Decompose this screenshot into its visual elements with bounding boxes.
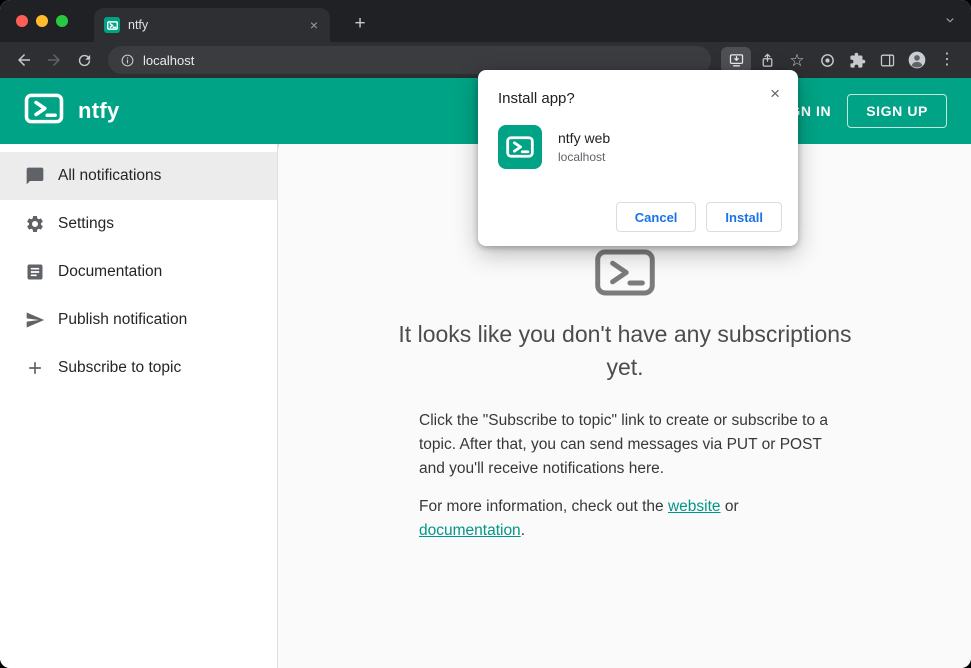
sidebar-item-subscribe-to-topic[interactable]: Subscribe to topic — [0, 344, 277, 392]
ntfy-empty-state-icon — [594, 248, 656, 302]
or-text: or — [720, 497, 739, 515]
side-panel-icon[interactable] — [873, 46, 901, 74]
app-title: ntfy — [78, 98, 120, 123]
empty-state-paragraph: Click the "Subscribe to topic" link to c… — [419, 411, 829, 477]
ntfy-app-icon — [498, 125, 542, 169]
back-icon[interactable] — [10, 46, 38, 74]
sidebar-item-label: Publish notification — [58, 311, 188, 328]
install-app-row: ntfy web localhost — [478, 107, 798, 169]
install-button[interactable]: Install — [706, 202, 782, 232]
tab-strip: ntfy × + — [0, 0, 971, 42]
tab-search-chevron-icon[interactable] — [943, 13, 957, 32]
dialog-close-icon[interactable]: × — [766, 82, 784, 106]
forward-icon[interactable] — [40, 46, 68, 74]
sidebar-item-label: Subscribe to topic — [58, 359, 182, 376]
minimize-window-button[interactable] — [36, 15, 48, 27]
sidebar-item-label: All notifications — [58, 167, 162, 184]
extensions-puzzle-icon[interactable] — [843, 46, 871, 74]
sidebar-item-label: Settings — [58, 215, 115, 232]
documentation-link[interactable]: documentation — [419, 522, 521, 539]
ntfy-favicon-icon — [104, 17, 120, 33]
sidebar-item-publish-notification[interactable]: Publish notification — [0, 296, 277, 344]
browser-tab[interactable]: ntfy × — [94, 8, 330, 42]
extension-badge-icon[interactable] — [813, 46, 841, 74]
send-icon — [24, 309, 46, 331]
traffic-lights — [16, 15, 68, 27]
tab-close-icon[interactable]: × — [308, 17, 320, 33]
ntfy-logo-icon — [24, 93, 64, 129]
install-app-meta: ntfy web localhost — [558, 130, 610, 164]
new-tab-button[interactable]: + — [348, 14, 372, 34]
sidebar-item-documentation[interactable]: Documentation — [0, 248, 277, 296]
browser-window: ntfy × + localhost ☆ ⋮ ntfy SIGN IN SIGN… — [0, 0, 971, 668]
empty-state-heading: It looks like you don't have any subscri… — [398, 321, 852, 381]
empty-state-links-paragraph: For more information, check out the webs… — [419, 495, 831, 543]
browser-menu-icon[interactable]: ⋮ — [933, 46, 961, 74]
sidebar-item-all-notifications[interactable]: All notifications — [0, 152, 277, 200]
sidebar-item-label: Documentation — [58, 263, 163, 280]
install-app-name: ntfy web — [558, 130, 611, 146]
profile-avatar[interactable] — [903, 46, 931, 74]
install-dialog-title: Install app? — [498, 90, 575, 107]
zoom-window-button[interactable] — [56, 15, 68, 27]
cancel-button[interactable]: Cancel — [615, 202, 697, 232]
period-text: . — [520, 521, 525, 539]
sidebar-item-settings[interactable]: Settings — [0, 200, 277, 248]
sidebar: All notifications Settings Documentation… — [0, 144, 278, 668]
tab-title: ntfy — [128, 18, 149, 32]
install-app-origin: localhost — [558, 150, 606, 164]
sign-up-button[interactable]: SIGN UP — [847, 94, 947, 128]
article-icon — [24, 261, 46, 283]
reload-icon[interactable] — [70, 46, 98, 74]
install-dialog: Install app? × ntfy web localhost Cancel… — [478, 70, 798, 246]
plus-icon — [24, 357, 46, 379]
chat-icon — [24, 165, 46, 187]
install-dialog-actions: Cancel Install — [615, 202, 782, 232]
site-info-icon[interactable] — [120, 53, 135, 68]
more-info-text: For more information, check out the — [419, 497, 668, 515]
url-text: localhost — [143, 52, 195, 68]
gear-icon — [24, 213, 46, 235]
close-window-button[interactable] — [16, 15, 28, 27]
website-link[interactable]: website — [668, 498, 721, 515]
